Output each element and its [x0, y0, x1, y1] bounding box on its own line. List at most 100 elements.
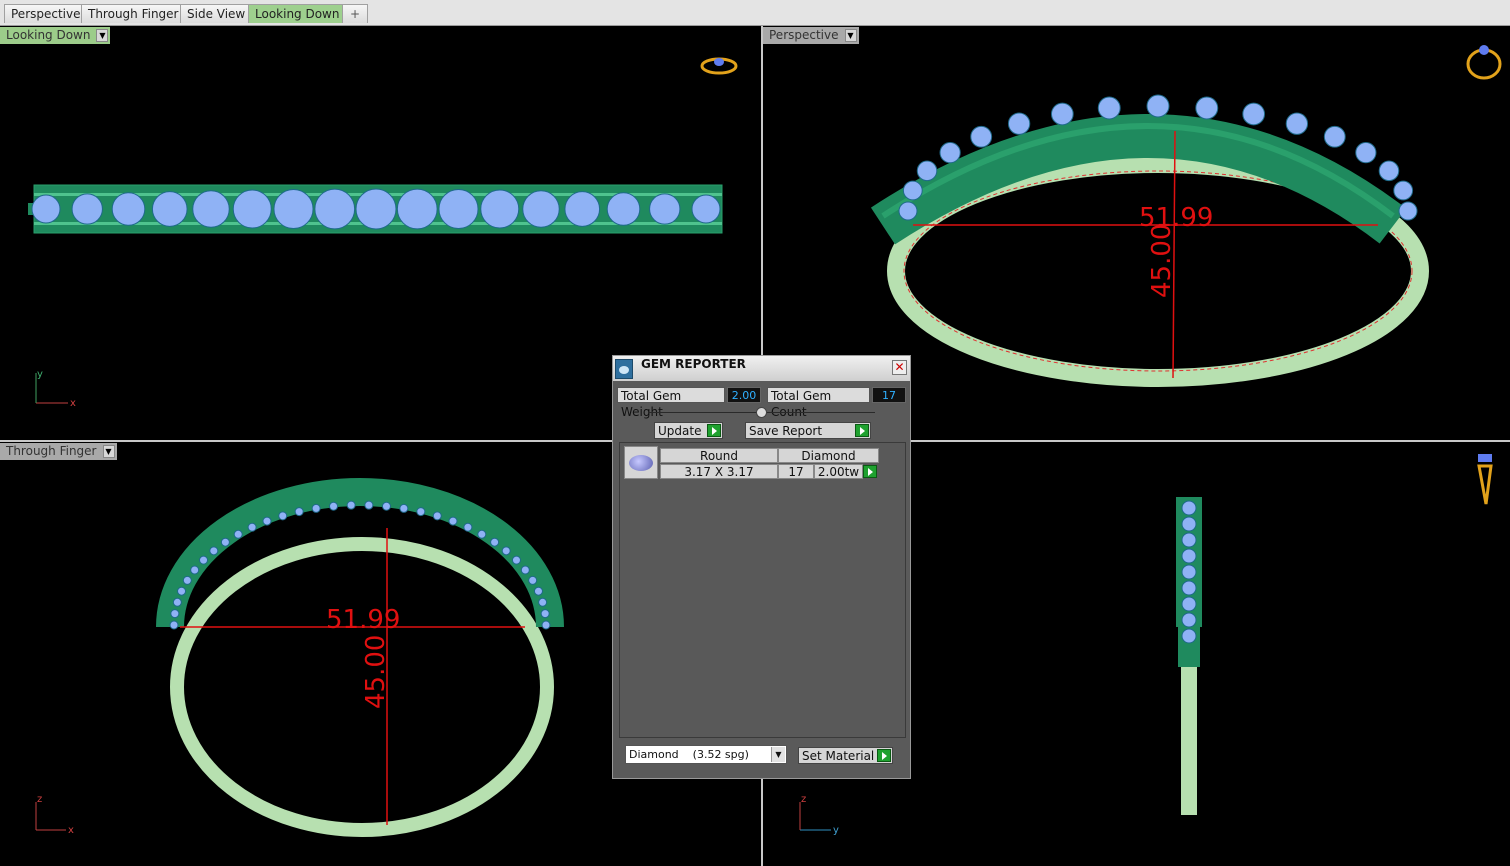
gem [355, 188, 397, 230]
gem-reporter-titlebar[interactable]: GEM REPORTER ✕ [613, 356, 910, 381]
gem [528, 575, 538, 585]
tab-side-view[interactable]: Side View [180, 4, 253, 23]
gem [151, 191, 188, 227]
gem [511, 555, 521, 565]
gem [898, 201, 918, 221]
add-tab-button[interactable]: + [342, 4, 368, 23]
play-icon [707, 424, 721, 437]
gem [247, 522, 257, 532]
gem [262, 516, 272, 526]
tab-looking-down[interactable]: Looking Down [248, 4, 347, 23]
gem [71, 193, 103, 225]
ring-orientation-icon[interactable] [700, 57, 738, 75]
gem [939, 142, 961, 164]
gem [396, 188, 438, 230]
material-select[interactable]: Diamond (3.52 spg) ▼ [625, 745, 787, 764]
gem [490, 537, 500, 547]
gem [1181, 580, 1197, 596]
gem [1195, 96, 1219, 120]
gem [1181, 612, 1197, 628]
gem [381, 501, 391, 511]
gem [463, 522, 473, 532]
round-gem-thumbnail[interactable] [624, 446, 658, 479]
gem [192, 190, 230, 228]
gem [329, 501, 339, 511]
gem [970, 125, 993, 148]
gem-size-cell: 3.17 X 3.17 [660, 464, 778, 479]
gem-weight-cell: 2.00tw [814, 464, 863, 479]
collapse-toggle[interactable] [756, 407, 767, 418]
gem [522, 190, 560, 228]
gem [448, 516, 458, 526]
gem [170, 609, 180, 619]
gem-list: Round Diamond 3.17 X 3.17 17 2.00tw [619, 442, 906, 738]
close-icon[interactable]: ✕ [892, 360, 907, 375]
gem-count-cell: 17 [778, 464, 814, 479]
gem-shape-header: Round [660, 448, 778, 463]
gem [233, 529, 243, 539]
gem [311, 503, 321, 513]
svg-text:x: x [70, 398, 76, 409]
gem [1181, 548, 1197, 564]
gem-reporter-app-icon [615, 359, 633, 379]
total-gem-count-value: 17 [872, 387, 906, 403]
gem [501, 546, 511, 556]
gem [273, 188, 314, 230]
gem [182, 575, 192, 585]
chevron-down-icon[interactable]: ▼ [771, 747, 785, 762]
gem [111, 192, 146, 226]
gem-reporter-panel: GEM REPORTER ✕ Total Gem Weight 2.00 Tot… [612, 355, 911, 779]
total-gem-weight-label: Total Gem Weight [617, 387, 725, 419]
gem [177, 586, 187, 596]
gem [232, 189, 272, 229]
svg-text:x: x [68, 825, 74, 836]
gem [364, 500, 374, 510]
gem [1181, 500, 1197, 516]
gem [169, 620, 179, 630]
gem [1285, 112, 1309, 135]
total-gem-weight-value: 2.00 [727, 387, 761, 403]
svg-text:y: y [833, 825, 839, 836]
gem [1242, 102, 1266, 126]
gem [346, 500, 356, 510]
gem [199, 555, 209, 565]
gem [1181, 532, 1197, 548]
ring-orientation-icon[interactable] [1477, 454, 1493, 505]
set-material-button[interactable]: Set Material [798, 747, 893, 764]
gem [1181, 516, 1197, 532]
gem [520, 565, 530, 575]
gem [172, 597, 182, 607]
tab-through-finger[interactable]: Through Finger [81, 4, 186, 23]
gem [438, 188, 479, 230]
gem [541, 620, 551, 630]
gem [399, 503, 409, 513]
gem [416, 507, 426, 517]
gem [1378, 160, 1400, 182]
play-icon [855, 424, 869, 437]
ring-orientation-icon[interactable] [1466, 45, 1502, 80]
axis-indicator: y z [799, 794, 839, 836]
gem [1398, 201, 1418, 221]
gem [902, 180, 923, 201]
save-report-button[interactable]: Save Report [745, 422, 871, 439]
gem [294, 507, 304, 517]
axis-indicator: x y [35, 369, 76, 409]
gem [278, 511, 288, 521]
gem [220, 537, 230, 547]
gem [649, 193, 681, 225]
gem [1355, 142, 1377, 164]
gem [1097, 96, 1121, 120]
gem [1323, 125, 1346, 148]
gem [31, 194, 61, 224]
axis-indicator: x z [35, 794, 74, 836]
gem-row-action-button[interactable] [863, 465, 877, 478]
tab-perspective[interactable]: Perspective [4, 4, 88, 23]
gem [1050, 102, 1074, 126]
gem [480, 189, 520, 229]
dimension-width-label: 51.99 [326, 605, 400, 635]
update-button[interactable]: Update [654, 422, 723, 439]
gem [1007, 112, 1031, 135]
dimension-height-label: 45.00 [361, 635, 391, 709]
gem [314, 188, 356, 230]
gem [564, 191, 601, 227]
